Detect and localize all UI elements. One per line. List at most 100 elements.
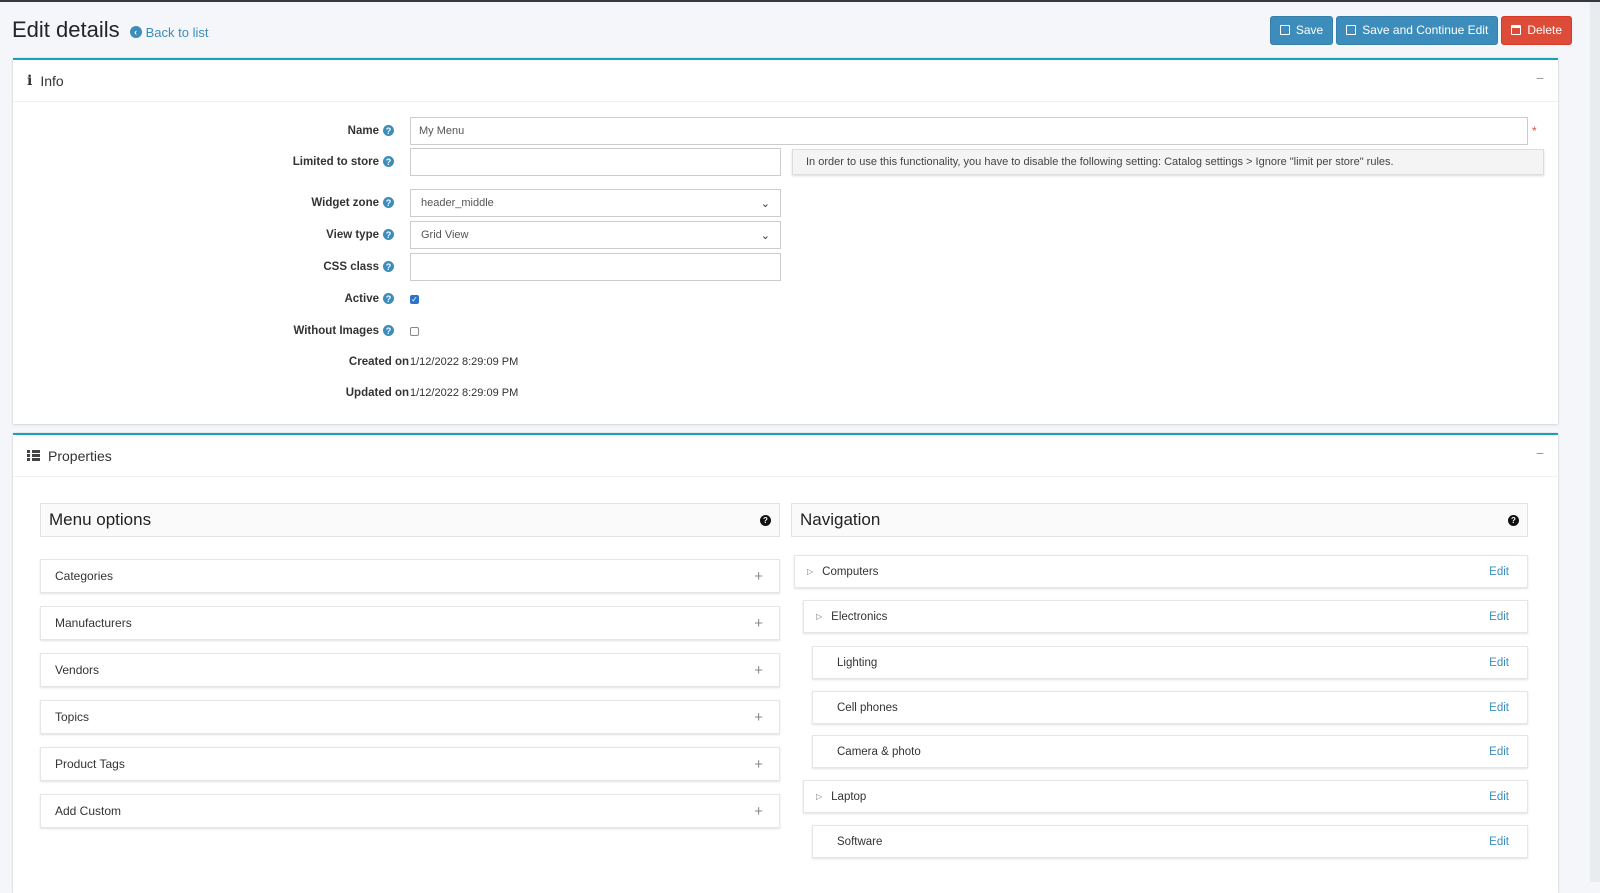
save-icon <box>1346 25 1357 35</box>
without-images-checkbox[interactable] <box>410 326 419 336</box>
nav-item-lighting[interactable]: Lighting Edit <box>812 646 1528 679</box>
delete-button[interactable]: Delete <box>1501 15 1572 45</box>
expand-triangle-icon[interactable]: ▷ <box>816 792 822 801</box>
css-class-input[interactable] <box>410 253 781 281</box>
menu-option-product-tags[interactable]: Product Tags + <box>40 747 780 781</box>
expand-triangle-icon[interactable]: ▷ <box>816 612 822 621</box>
page-header: Edit details ‹ Back to list Save Save an… <box>12 14 1572 46</box>
css-class-row: CSS class? <box>13 253 781 281</box>
collapse-info-button[interactable]: − <box>1536 70 1544 86</box>
nav-item-label: Computers <box>822 565 879 578</box>
nav-item-label: Laptop <box>831 790 867 803</box>
properties-title: Properties <box>48 447 112 464</box>
widget-zone-select[interactable]: header_middle ⌄ <box>410 189 781 217</box>
limited-to-store-input[interactable] <box>410 148 781 176</box>
menu-options-title: Menu options <box>49 510 152 529</box>
properties-card: Properties − Menu options ? Categories + … <box>13 433 1558 893</box>
nav-item-electronics[interactable]: ▷ Electronics Edit <box>803 600 1528 633</box>
created-on-label: Created on <box>348 356 409 368</box>
nav-item-camera-photo[interactable]: Camera & photo Edit <box>812 735 1528 768</box>
info-icon: i <box>27 72 33 89</box>
plus-icon[interactable]: + <box>754 662 763 679</box>
view-type-label: View type? <box>13 229 398 241</box>
updated-on-row: Updated on 1/12/2022 8:29:09 PM <box>13 379 519 407</box>
edit-link[interactable]: Edit <box>1489 702 1509 714</box>
back-to-list-link[interactable]: ‹ Back to list <box>129 24 209 40</box>
nav-item-label: Camera & photo <box>837 745 921 758</box>
nav-item-software[interactable]: Software Edit <box>812 825 1528 858</box>
menu-option-manufacturers[interactable]: Manufacturers + <box>40 606 780 640</box>
save-continue-button[interactable]: Save and Continue Edit <box>1336 15 1499 45</box>
collapse-properties-button[interactable]: − <box>1536 445 1544 461</box>
edit-link[interactable]: Edit <box>1489 791 1509 803</box>
edit-link[interactable]: Edit <box>1489 746 1509 758</box>
delete-label: Delete <box>1527 23 1562 37</box>
menu-option-add-custom[interactable]: Add Custom + <box>40 794 780 828</box>
required-mark: * <box>1532 124 1537 138</box>
widget-zone-label: Widget zone? <box>13 197 398 209</box>
help-icon[interactable]: ? <box>1508 514 1519 526</box>
widget-zone-value: header_middle <box>421 197 494 209</box>
help-icon[interactable]: ? <box>383 261 394 273</box>
menu-option-label: Topics <box>55 710 90 724</box>
view-type-row: View type? Grid View ⌄ <box>13 221 781 249</box>
save-button[interactable]: Save <box>1269 15 1334 45</box>
nav-item-computers[interactable]: ▷ Computers Edit <box>794 555 1528 588</box>
name-label: Name? <box>13 125 398 137</box>
without-images-row: Without Images? <box>13 317 419 345</box>
help-icon[interactable]: ? <box>383 293 394 305</box>
help-icon[interactable]: ? <box>383 156 394 168</box>
edit-link[interactable]: Edit <box>1489 566 1509 578</box>
view-type-value: Grid View <box>421 229 469 241</box>
menu-option-label: Categories <box>55 569 114 583</box>
menu-option-categories[interactable]: Categories + <box>40 559 780 593</box>
widget-zone-row: Widget zone? header_middle ⌄ <box>13 189 781 217</box>
nav-item-cell-phones[interactable]: Cell phones Edit <box>812 691 1528 724</box>
edit-link[interactable]: Edit <box>1489 836 1509 848</box>
help-icon[interactable]: ? <box>383 325 394 337</box>
name-input[interactable]: My Menu <box>410 117 1528 145</box>
page-title: Edit details <box>12 17 120 42</box>
nav-item-label: Lighting <box>837 656 878 669</box>
name-row: Name? My Menu * <box>13 117 1537 145</box>
edit-link[interactable]: Edit <box>1489 657 1509 669</box>
save-label: Save <box>1295 23 1324 37</box>
updated-on-value: 1/12/2022 8:29:09 PM <box>410 387 519 399</box>
menu-option-label: Product Tags <box>55 757 125 771</box>
header-actions: Save Save and Continue Edit Delete <box>1269 15 1572 45</box>
plus-icon[interactable]: + <box>754 568 763 585</box>
menu-option-vendors[interactable]: Vendors + <box>40 653 780 687</box>
back-to-list-label: Back to list <box>145 24 209 40</box>
plus-icon[interactable]: + <box>754 709 763 726</box>
css-class-label: CSS class? <box>13 261 398 273</box>
edit-link[interactable]: Edit <box>1489 611 1509 623</box>
expand-triangle-icon[interactable]: ▷ <box>807 567 813 576</box>
nav-item-label: Software <box>837 835 883 848</box>
updated-on-label: Updated on <box>345 387 409 399</box>
chevron-down-icon: ⌄ <box>760 197 770 210</box>
help-icon[interactable]: ? <box>383 197 394 209</box>
trash-icon <box>1511 25 1522 35</box>
navigation-header: Navigation ? <box>791 503 1528 537</box>
menu-options-header: Menu options ? <box>40 503 780 537</box>
active-label: Active? <box>13 293 398 305</box>
properties-card-header[interactable]: Properties − <box>13 435 1558 477</box>
limited-label: Limited to store? <box>13 156 398 168</box>
save-continue-label: Save and Continue Edit <box>1362 23 1489 37</box>
help-icon[interactable]: ? <box>760 514 771 526</box>
help-icon[interactable]: ? <box>383 125 394 137</box>
active-checkbox[interactable]: ✓ <box>410 294 419 304</box>
active-row: Active? ✓ <box>13 285 419 313</box>
save-icon <box>1279 25 1290 35</box>
menu-option-topics[interactable]: Topics + <box>40 700 780 734</box>
plus-icon[interactable]: + <box>754 756 763 773</box>
scrollbar-track[interactable] <box>1590 2 1600 882</box>
info-title: Info <box>40 72 64 89</box>
help-icon[interactable]: ? <box>383 229 394 241</box>
view-type-select[interactable]: Grid View ⌄ <box>410 221 781 249</box>
nav-item-label: Electronics <box>831 610 888 623</box>
plus-icon[interactable]: + <box>754 615 763 632</box>
info-card-header[interactable]: i Info − <box>13 60 1558 102</box>
plus-icon[interactable]: + <box>754 803 763 820</box>
nav-item-laptop[interactable]: ▷ Laptop Edit <box>803 780 1528 813</box>
